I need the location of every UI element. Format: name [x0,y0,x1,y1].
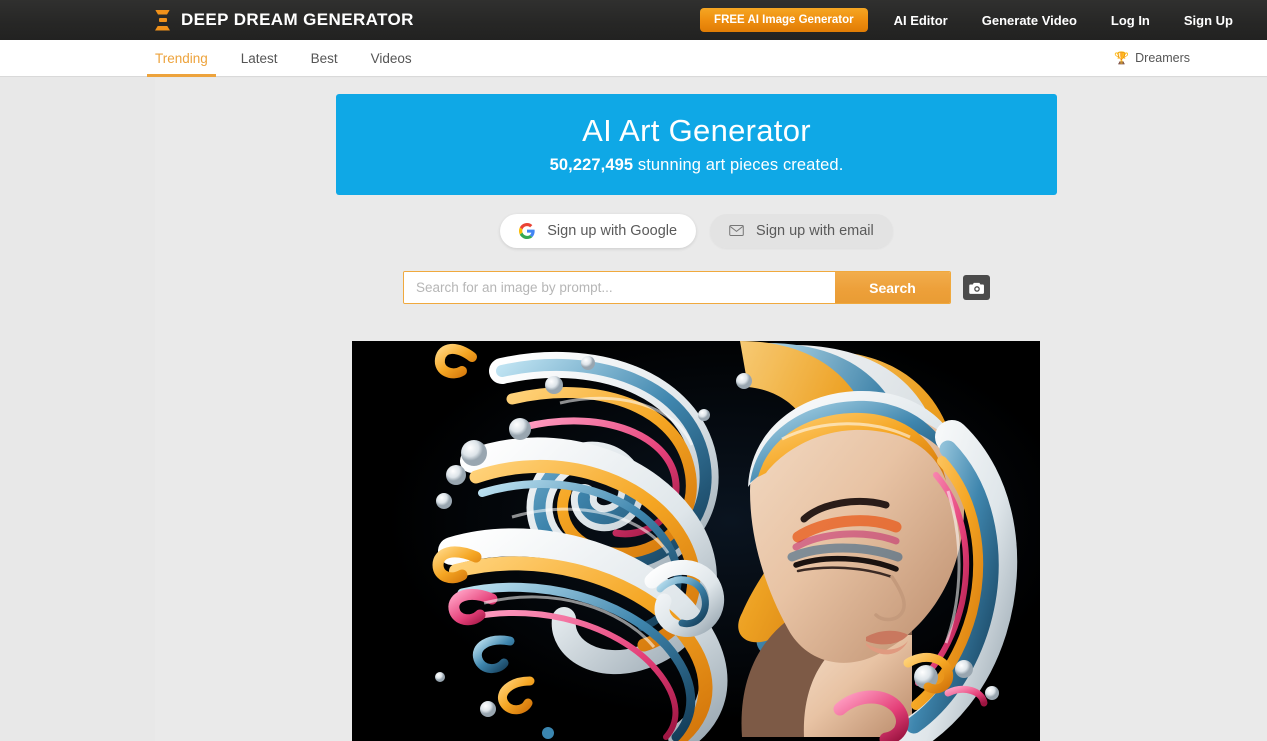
primary-nav: FREE AI Image Generator AI Editor Genera… [700,0,1267,40]
search-bar: Search [403,271,951,304]
page-body: AI Art Generator 50,227,495 stunning art… [0,78,1267,741]
feed-tabs: Trending Latest Best Videos [147,40,445,77]
secondary-nav-bar: Trending Latest Best Videos 🏆 Dreamers [0,40,1267,77]
nav-item-log-in[interactable]: Log In [1111,13,1150,28]
sign-up-google-label: Sign up with Google [547,223,678,239]
nav-item-ai-editor[interactable]: AI Editor [894,13,948,28]
featured-artwork-card[interactable] [352,341,1040,741]
hourglass-logo-icon [155,9,170,31]
free-ai-image-generator-button[interactable]: FREE AI Image Generator [700,8,868,32]
sign-up-email-label: Sign up with email [756,223,874,239]
signup-button-row: Sign up with Google Sign up with email [336,214,1057,248]
image-search-camera-button[interactable] [963,275,990,300]
page-title: AI Art Generator [582,112,811,148]
search-button[interactable]: Search [835,272,950,303]
brand-logo[interactable]: DEEP DREAM GENERATOR [155,9,414,31]
dreamers-link[interactable]: 🏆 Dreamers [1114,51,1190,65]
art-pieces-caption: stunning art pieces created. [633,156,844,175]
google-g-icon [519,223,535,239]
top-header-bar: DEEP DREAM GENERATOR FREE AI Image Gener… [0,0,1267,40]
content-container: AI Art Generator 50,227,495 stunning art… [155,78,1267,741]
art-pieces-count: 50,227,495 [549,156,634,175]
tab-latest[interactable]: Latest [241,51,278,77]
tab-trending[interactable]: Trending [147,51,216,77]
brand-name: DEEP DREAM GENERATOR [181,10,414,29]
hero-subtitle: 50,227,495 stunning art pieces created. [550,156,844,175]
search-input[interactable] [404,272,835,303]
search-row: Search [336,271,1057,304]
tab-best[interactable]: Best [311,51,338,77]
dreamers-label: Dreamers [1135,51,1190,65]
nav-item-generate-video[interactable]: Generate Video [982,13,1077,28]
trophy-icon: 🏆 [1114,51,1130,65]
hero-banner: AI Art Generator 50,227,495 stunning art… [336,94,1057,195]
sign-up-with-email-button[interactable]: Sign up with email [710,214,893,248]
tab-videos[interactable]: Videos [371,51,412,77]
envelope-icon [729,224,744,238]
artwork-image [352,341,1040,741]
nav-item-sign-up[interactable]: Sign Up [1184,13,1233,28]
sign-up-with-google-button[interactable]: Sign up with Google [500,214,697,248]
camera-icon [968,282,984,294]
